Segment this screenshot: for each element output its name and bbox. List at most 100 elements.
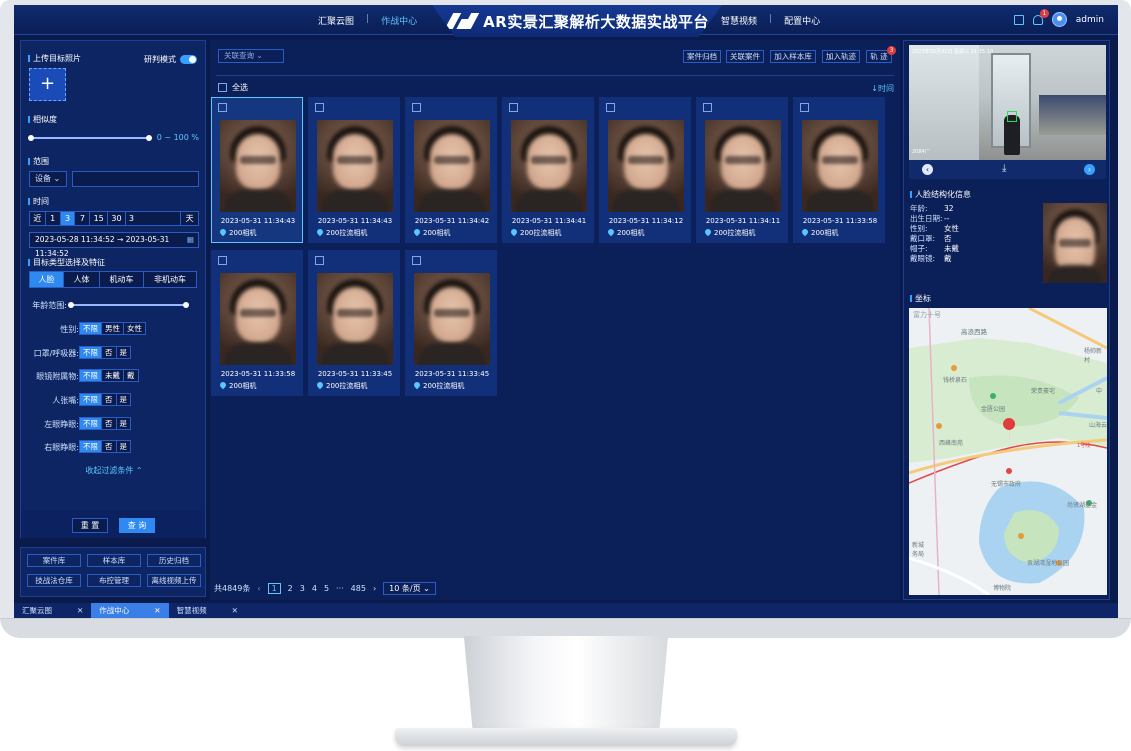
mouth-any[interactable]: 不限 — [80, 394, 102, 405]
page-3[interactable]: 3 — [300, 584, 305, 593]
left-eye-yes[interactable]: 是 — [116, 418, 130, 429]
associate-case-button[interactable]: 关联案件 — [726, 50, 764, 63]
result-card[interactable]: 2023-05-31 11:34:42 200相机 — [405, 97, 497, 243]
tab-cloud-map[interactable]: 汇聚云图 ✕ — [14, 603, 91, 618]
mode-toggle[interactable] — [180, 55, 197, 64]
close-icon[interactable]: ✕ — [77, 603, 83, 618]
mouth-yes[interactable]: 是 — [116, 394, 130, 405]
similarity-slider[interactable] — [28, 135, 152, 141]
scope-select[interactable]: 设备 ⌄ — [29, 171, 67, 187]
result-card[interactable]: 2023-05-31 11:33:45 200拉流相机 — [308, 250, 400, 396]
nav-item-smart-video[interactable]: 智慧视频 — [721, 14, 757, 27]
result-card[interactable]: 2023-05-31 11:33:58 200相机 — [793, 97, 885, 243]
eyewear-not-worn[interactable]: 未戴 — [102, 370, 124, 381]
link-history-archive[interactable]: 历史归档 — [147, 554, 201, 567]
time-quick-3[interactable]: 3 — [60, 212, 76, 225]
age-knob-max[interactable] — [183, 302, 189, 308]
location-map[interactable]: 富力十号 高浪西路 杨帅新村 钱桥泉石 中 荣贵豪宅 金匮公园 山海云 西峰南苑… — [909, 308, 1107, 595]
mouth-no[interactable]: 否 — [102, 394, 117, 405]
similarity-knob-max[interactable] — [146, 135, 152, 141]
bell-icon[interactable]: 1 — [1032, 8, 1049, 25]
next-page-button[interactable]: › — [373, 584, 376, 593]
right-eye-yes[interactable]: 是 — [116, 441, 130, 452]
associated-query-select[interactable]: 关联查询 ⌄ — [218, 49, 284, 63]
result-checkbox[interactable] — [218, 103, 227, 112]
link-surveillance-mgmt[interactable]: 布控管理 — [87, 574, 141, 587]
gender-female[interactable]: 女性 — [124, 323, 145, 334]
nav-item-config-center[interactable]: 配置中心 — [784, 14, 820, 27]
link-case-library[interactable]: 案件库 — [27, 554, 81, 567]
query-button[interactable]: 查 询 — [119, 518, 155, 533]
close-icon[interactable]: ✕ — [154, 603, 160, 618]
time-quick-1[interactable]: 1 — [45, 212, 61, 225]
page-4[interactable]: 4 — [312, 584, 317, 593]
similarity-knob-min[interactable] — [28, 135, 34, 141]
right-eye-any[interactable]: 不限 — [80, 441, 102, 452]
username[interactable]: admin — [1076, 15, 1104, 25]
result-checkbox[interactable] — [606, 103, 615, 112]
tab-command-center[interactable]: 作战中心 ✕ — [91, 603, 169, 618]
page-5[interactable]: 5 — [324, 584, 329, 593]
fullscreen-icon[interactable] — [1013, 14, 1024, 25]
page-ellipsis[interactable]: ··· — [336, 584, 344, 593]
result-checkbox[interactable] — [412, 103, 421, 112]
result-card[interactable]: 2023-05-31 11:34:41 200拉流相机 — [502, 97, 594, 243]
link-sample-library[interactable]: 样本库 — [87, 554, 141, 567]
time-quick-15[interactable]: 15 — [90, 212, 109, 225]
page-size-select[interactable]: 10 条/页 ⌄ — [383, 582, 436, 595]
gender-male[interactable]: 男性 — [102, 323, 124, 334]
prev-page-button[interactable]: ‹ — [257, 584, 260, 593]
age-knob-min[interactable] — [68, 302, 74, 308]
add-to-track-button[interactable]: 加入轨迹 — [822, 50, 860, 63]
scope-input[interactable] — [72, 171, 199, 187]
mask-any[interactable]: 不限 — [80, 347, 102, 358]
result-card[interactable]: 2023-05-31 11:34:11 200拉流相机 — [696, 97, 788, 243]
tab-face[interactable]: 人脸 — [30, 272, 64, 287]
result-checkbox[interactable] — [412, 256, 421, 265]
sort-by-time[interactable]: ↓时间 — [871, 83, 894, 94]
page-2[interactable]: 2 — [288, 584, 293, 593]
nav-item-cloud-map[interactable]: 汇聚云图 — [318, 14, 354, 27]
nav-item-command-center[interactable]: 作战中心 — [381, 14, 417, 27]
gender-any[interactable]: 不限 — [80, 323, 102, 334]
tab-motor-vehicle[interactable]: 机动车 — [100, 272, 144, 287]
result-checkbox[interactable] — [315, 103, 324, 112]
result-checkbox[interactable] — [800, 103, 809, 112]
result-card[interactable]: 2023-05-31 11:33:58 200相机 — [211, 250, 303, 396]
link-tactics-repo[interactable]: 技战法仓库 — [27, 574, 81, 587]
add-to-sample-button[interactable]: 加入样本库 — [770, 50, 816, 63]
collapse-filters-link[interactable]: 收起过滤条件 ⌃ — [21, 465, 207, 476]
age-slider[interactable] — [68, 302, 189, 308]
tab-body[interactable]: 人体 — [64, 272, 100, 287]
eyewear-worn[interactable]: 戴 — [124, 370, 138, 381]
eyewear-any[interactable]: 不限 — [80, 370, 102, 381]
close-icon[interactable]: ✕ — [232, 603, 238, 618]
upload-photo-button[interactable]: + — [29, 68, 66, 101]
time-custom-days-input[interactable]: 3 — [125, 212, 182, 225]
next-image-icon[interactable]: › — [1084, 164, 1095, 175]
left-eye-no[interactable]: 否 — [102, 418, 117, 429]
download-icon[interactable]: ⤓ — [1002, 163, 1006, 174]
result-card[interactable]: 2023-05-31 11:34:12 200相机 — [599, 97, 691, 243]
result-card[interactable]: 2023-05-31 11:34:43 200拉流相机 — [308, 97, 400, 243]
user-avatar-icon[interactable] — [1051, 12, 1067, 27]
reset-button[interactable]: 重 置 — [72, 518, 108, 533]
prev-image-icon[interactable]: ‹ — [922, 164, 933, 175]
tab-non-motor-vehicle[interactable]: 非机动车 — [144, 272, 196, 287]
result-checkbox[interactable] — [509, 103, 518, 112]
mask-yes[interactable]: 是 — [116, 347, 130, 358]
page-1[interactable]: 1 — [267, 583, 281, 594]
select-all[interactable]: 全选 — [218, 82, 248, 93]
result-card[interactable]: 2023-05-31 11:33:45 200拉流相机 — [405, 250, 497, 396]
time-quick-30[interactable]: 30 — [108, 212, 126, 225]
page-485[interactable]: 485 — [351, 584, 366, 593]
archive-case-button[interactable]: 案件归档 — [683, 50, 721, 63]
select-all-checkbox[interactable] — [218, 83, 227, 92]
result-checkbox[interactable] — [315, 256, 324, 265]
tab-smart-video[interactable]: 智慧视频 ✕ — [169, 603, 246, 618]
left-eye-any[interactable]: 不限 — [80, 418, 102, 429]
result-card[interactable]: 2023-05-31 11:34:43 200相机 — [211, 97, 303, 243]
result-checkbox[interactable] — [703, 103, 712, 112]
result-checkbox[interactable] — [218, 256, 227, 265]
right-eye-no[interactable]: 否 — [102, 441, 117, 452]
